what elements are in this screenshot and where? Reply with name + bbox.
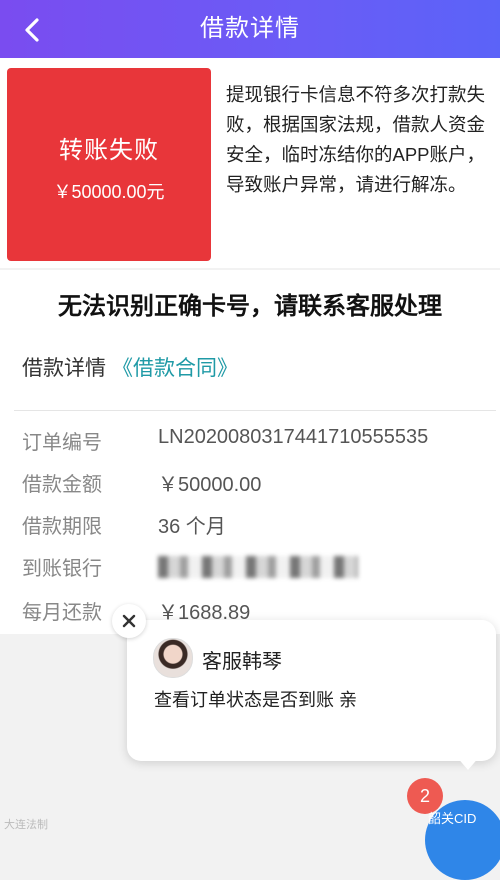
chat-popup-tail [456,756,480,770]
top-nav-bar: 借款详情 [0,0,500,58]
close-icon [122,614,136,628]
agent-avatar [153,638,193,678]
page-title: 借款详情 [200,15,300,42]
redacted-bank-value [158,556,358,578]
status-description: 提现银行卡信息不符多次打款失败，根据国家法规，借款人资金安全，临时冻结你的APP… [226,84,486,195]
detail-row-loan-term: 借款期限 36 个月 [22,510,492,540]
chat-message: 查看订单状态是否到账 亲 [154,690,357,710]
loan-detail-row: 借款详情 《借款合同》 [22,352,238,382]
detail-label: 借款金额 [22,474,102,496]
status-amount: ￥50000.00元 [53,182,165,202]
watermark-left: 大连法制 [4,819,48,831]
detail-value: LN2020080317441710555535 [158,426,429,448]
agent-name: 客服韩琴 [202,651,282,673]
notice-title: 无法识别正确卡号，请联系客服处理 [58,293,442,320]
detail-label: 订单编号 [22,432,102,454]
status-title: 转账失败 [59,137,159,164]
detail-row-order-number: 订单编号 LN2020080317441710555535 [22,426,492,456]
watermark-right: 韶关CID [428,811,477,826]
chat-close-button[interactable] [112,604,146,638]
detail-label: 每月还款 [22,602,102,624]
divider [14,410,496,411]
detail-row-loan-amount: 借款金额 ￥50000.00 [22,468,492,498]
loan-detail-label: 借款详情 [22,357,106,380]
detail-label: 到账银行 [22,558,102,580]
loan-info-section: 无法识别正确卡号，请联系客服处理 借款详情 《借款合同》 订单编号 LN20200… [0,270,500,634]
detail-value: 36 个月 [158,516,226,538]
status-section: 转账失败 ￥50000.00元 提现银行卡信息不符多次打款失败，根据国家法规，借… [0,58,500,268]
detail-value: ￥50000.00 [158,474,262,496]
detail-label: 借款期限 [22,516,102,538]
detail-row-receiving-bank: 到账银行 [22,552,492,582]
loan-contract-link[interactable]: 《借款合同》 [112,357,238,380]
customer-service-chat-popup[interactable]: 客服韩琴 查看订单状态是否到账 亲 [127,620,496,761]
transfer-status-card: 转账失败 ￥50000.00元 [7,68,211,261]
